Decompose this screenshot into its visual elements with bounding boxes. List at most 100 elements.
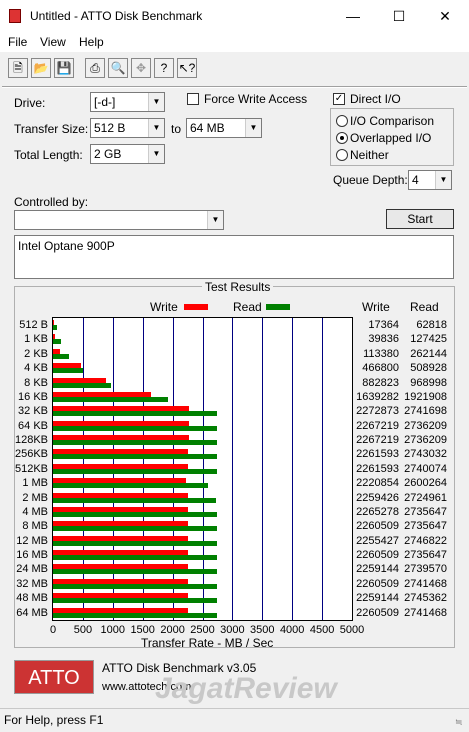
menu-bar	[0, 32, 469, 52]
read-bar	[53, 569, 217, 575]
read-value: 2736209	[404, 434, 447, 447]
write-legend-swatch	[184, 304, 208, 310]
move-icon[interactable]: ✥	[131, 58, 151, 78]
read-bar	[53, 353, 69, 359]
print-icon[interactable]: ⎙	[85, 58, 105, 78]
read-bar	[53, 497, 216, 503]
read-bar	[53, 325, 57, 330]
force-write-access-checkbox[interactable]	[187, 93, 199, 105]
read-value: 2741698	[404, 405, 447, 418]
read-value: 2736209	[404, 419, 447, 432]
write-value: 2260509	[356, 520, 399, 533]
read-bar	[53, 425, 217, 431]
x-tick-label: 2500	[190, 624, 215, 636]
category-label: 1 KB	[24, 333, 48, 346]
category-label: 8 MB	[22, 520, 48, 533]
total-length-select[interactable]: 2 GB ▼	[90, 144, 165, 164]
write-value: 2261593	[356, 462, 399, 475]
direct-io-checkbox[interactable]: ✓	[333, 93, 345, 105]
category-label: 16 MB	[16, 549, 48, 562]
read-legend-swatch	[266, 304, 290, 310]
read-value: 2735647	[404, 549, 447, 562]
print-preview-icon[interactable]: 🔍	[108, 58, 128, 78]
category-label: 4 KB	[24, 362, 48, 375]
read-value: 2745362	[404, 592, 447, 605]
description-textarea[interactable]: Intel Optane 900P	[14, 235, 454, 279]
read-value: 1921908	[404, 390, 447, 403]
test-results-title: Test Results	[202, 280, 274, 294]
menu-view[interactable]: View	[40, 35, 66, 49]
read-value: 2741468	[404, 606, 447, 619]
new-file-icon[interactable]: 🗎	[8, 58, 28, 78]
read-bar	[53, 540, 218, 546]
resize-grip-icon[interactable]: ≒	[455, 717, 463, 728]
grid-line	[292, 318, 294, 620]
grid-line	[232, 318, 234, 620]
write-value: 2265278	[356, 505, 399, 518]
x-tick-label: 3000	[220, 624, 245, 636]
read-bar	[53, 483, 209, 489]
save-icon[interactable]: 💾	[54, 58, 74, 78]
read-value: 2739570	[404, 563, 447, 576]
read-bar	[53, 511, 217, 517]
write-value: 2259144	[356, 563, 399, 576]
force-write-access-label: Force Write Access	[204, 92, 308, 106]
drive-select[interactable]: [-d-] ▼	[90, 92, 165, 112]
read-value: 508928	[410, 362, 447, 375]
total-length-label: Total Length:	[14, 148, 83, 162]
write-value: 2272873	[356, 405, 399, 418]
overlapped-io-radio[interactable]	[336, 132, 348, 144]
write-legend-label: Write	[150, 300, 178, 314]
transfer-size-from-select[interactable]: 512 B ▼	[90, 118, 165, 138]
menu-help[interactable]: Help	[79, 35, 104, 49]
close-button[interactable]: ✕	[422, 0, 468, 32]
neither-radio[interactable]	[336, 149, 348, 161]
category-label: 64 KB	[18, 419, 48, 432]
transfer-size-to-select[interactable]: 64 MB ▼	[186, 118, 262, 138]
category-label: 64 MB	[16, 606, 48, 619]
io-comparison-radio[interactable]	[336, 115, 348, 127]
queue-depth-select[interactable]: 4 ▼	[408, 170, 452, 190]
drive-label: Drive:	[14, 96, 46, 110]
atto-logo: ATTO	[14, 660, 94, 694]
read-bar	[53, 440, 217, 446]
read-bar	[53, 612, 217, 618]
read-bar	[53, 382, 111, 388]
total-length-value: 2 GB	[94, 147, 122, 161]
category-label: 2 MB	[22, 491, 48, 504]
write-value: 2260509	[356, 606, 399, 619]
chevron-down-icon: ▼	[148, 145, 164, 163]
context-help-icon[interactable]: ↖?	[177, 58, 197, 78]
x-tick-label: 500	[73, 624, 93, 636]
minimize-button[interactable]: —	[330, 0, 376, 32]
read-value: 2740074	[404, 462, 447, 475]
menu-file[interactable]: File	[8, 35, 27, 49]
read-value: 2600264	[404, 477, 447, 490]
x-tick-label: 1500	[130, 624, 155, 636]
x-axis-label: Transfer Rate - MB / Sec	[141, 636, 274, 650]
read-column-header: Read	[410, 300, 439, 314]
read-bar	[53, 396, 168, 402]
maximize-button[interactable]: ☐	[376, 0, 422, 32]
queue-depth-value: 4	[412, 173, 419, 187]
category-label: 12 MB	[16, 534, 48, 547]
write-value: 2267219	[356, 419, 399, 432]
write-value: 882823	[362, 376, 399, 389]
x-tick-label: 5000	[339, 624, 365, 636]
read-value: 62818	[416, 319, 447, 331]
queue-depth-label: Queue Depth:	[333, 173, 408, 187]
write-value: 2261593	[356, 448, 399, 461]
controlled-by-label: Controlled by:	[14, 195, 89, 209]
open-folder-icon[interactable]: 📂	[31, 58, 51, 78]
category-label: 24 MB	[16, 563, 48, 576]
controlled-by-select[interactable]: ▼	[14, 210, 224, 230]
x-tick-label: 4000	[279, 624, 305, 636]
start-button[interactable]: Start	[386, 209, 454, 229]
help-icon[interactable]: ?	[154, 58, 174, 78]
read-value: 2741468	[404, 577, 447, 590]
read-bar	[53, 468, 217, 474]
category-label: 2 KB	[24, 347, 48, 360]
chevron-down-icon: ▼	[148, 93, 164, 111]
category-label: 32 MB	[16, 577, 48, 590]
category-label: 128KB	[14, 434, 48, 447]
